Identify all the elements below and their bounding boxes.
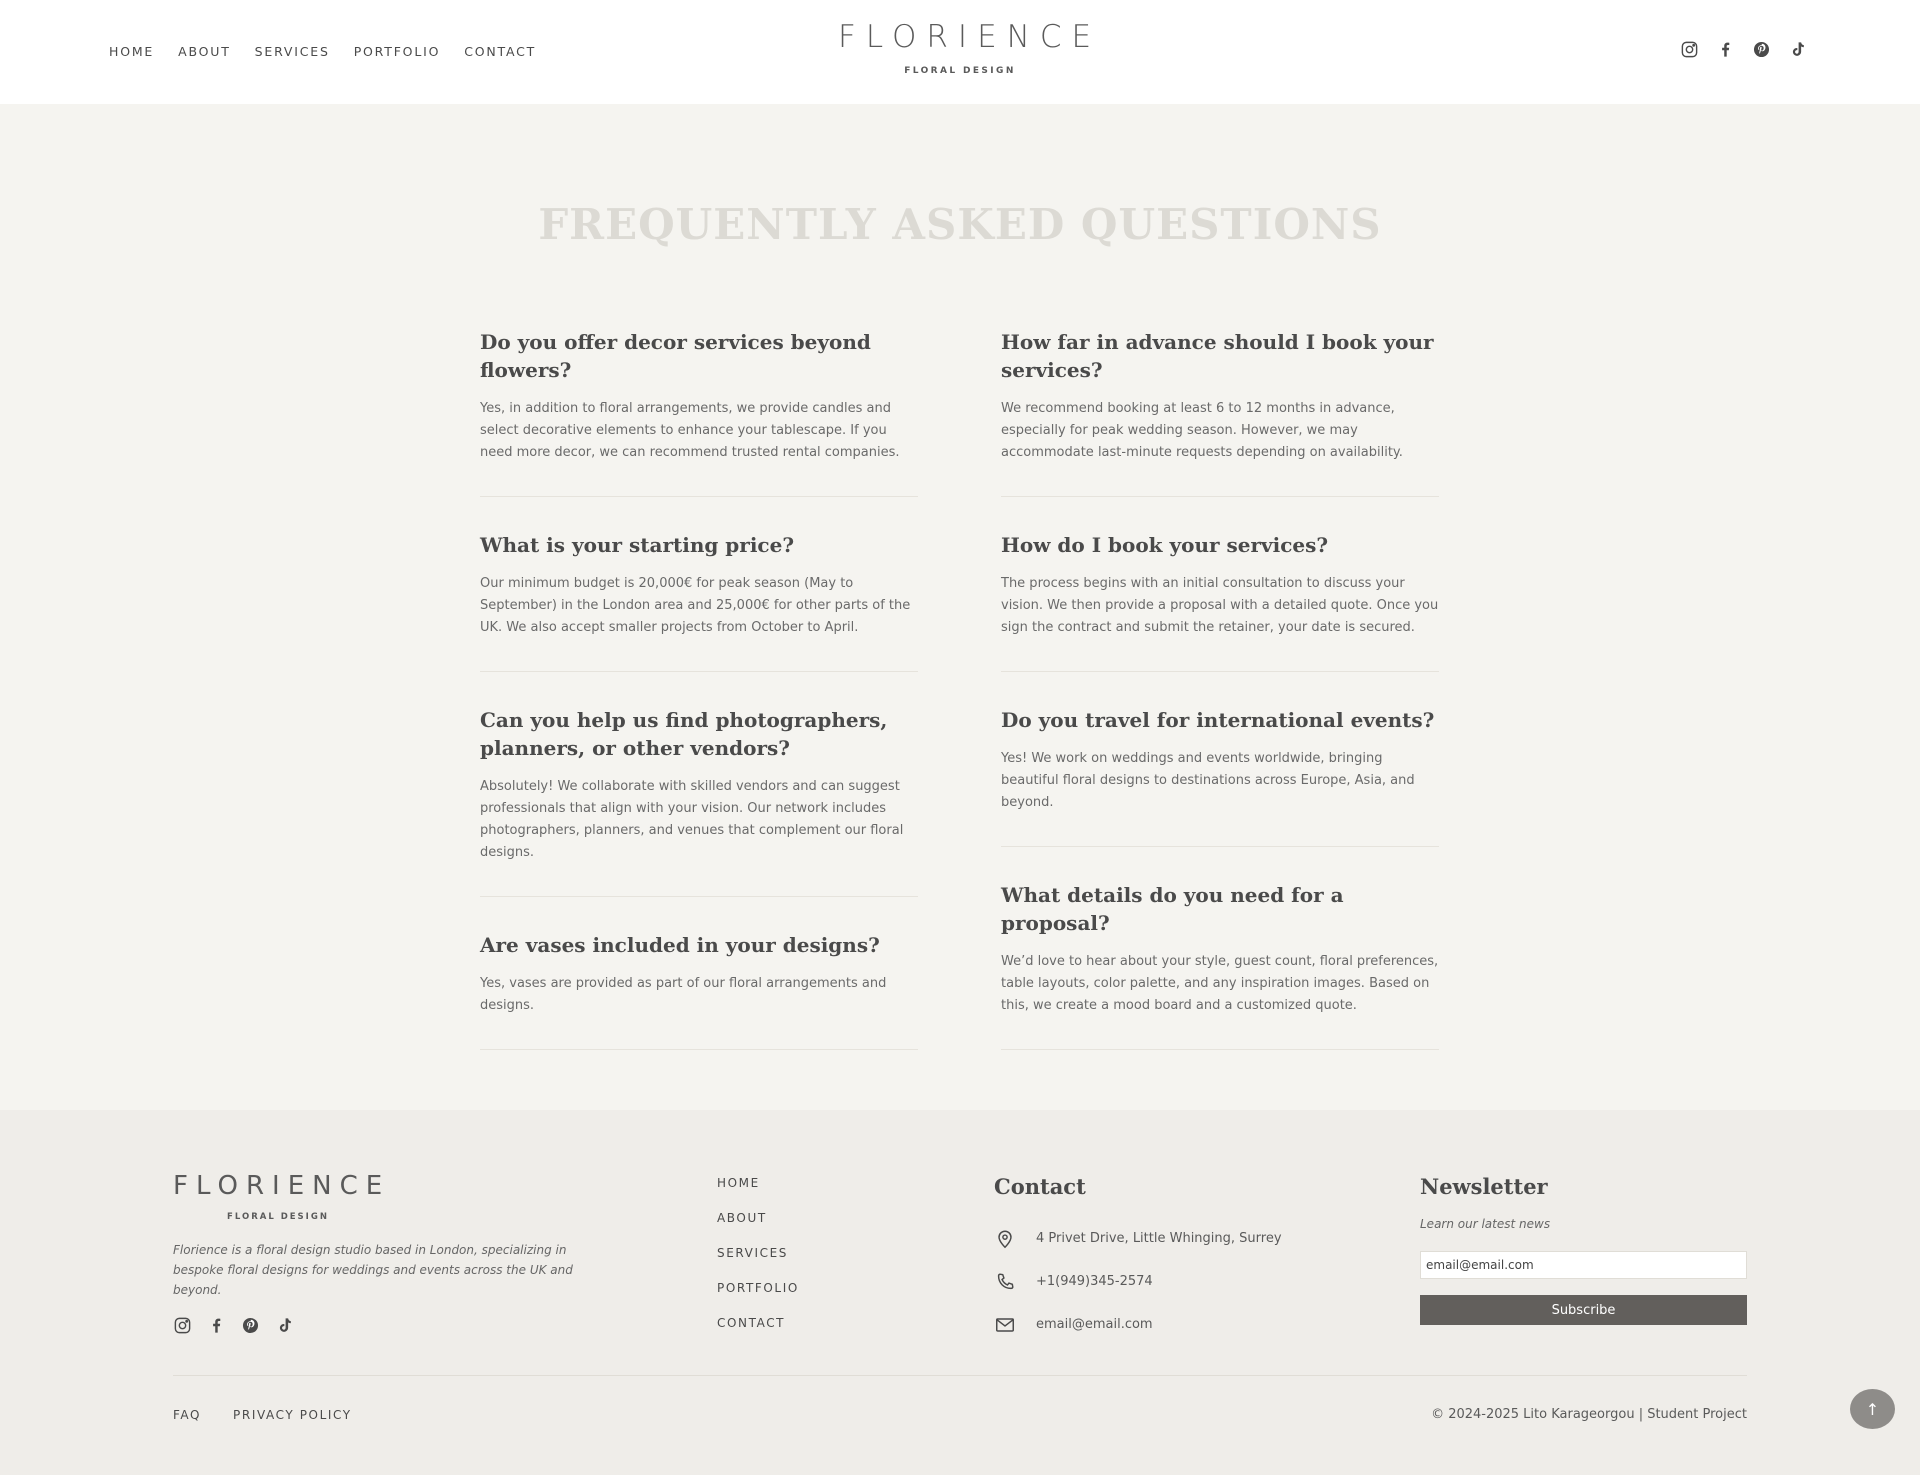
faq-section: FREQUENTLY ASKED QUESTIONS Do you offer … [0, 104, 1920, 1110]
site-footer: FLORIENCE FLORAL DESIGN Florience is a f… [0, 1110, 1920, 1475]
contact-address: 4 Privet Drive, Little Whinging, Surrey [994, 1217, 1354, 1260]
faq-link[interactable]: FAQ [173, 1408, 201, 1422]
facebook-icon[interactable] [1716, 40, 1735, 59]
faq-item: What is your starting price? Our minimum… [480, 531, 918, 672]
faq-answer: The process begins with an initial consu… [1001, 576, 1439, 635]
faq-answer: We recommend booking at least 6 to 12 mo… [1001, 401, 1403, 460]
faq-item: What details do you need for a proposal?… [1001, 881, 1439, 1050]
faq-item: Can you help us find photographers, plan… [480, 706, 918, 897]
facebook-icon[interactable] [207, 1316, 226, 1335]
faq-item: Are vases included in your designs? Yes,… [480, 931, 918, 1050]
footer-description: Florience is a floral design studio base… [173, 1243, 573, 1297]
instagram-icon[interactable] [1680, 40, 1699, 59]
faq-answer: Yes, in addition to floral arrangements,… [480, 401, 900, 460]
faq-item: Do you travel for international events? … [1001, 706, 1439, 847]
nav-contact[interactable]: CONTACT [464, 44, 536, 59]
footer-divider [173, 1375, 1747, 1376]
arrow-up-icon: ↑ [1865, 1399, 1880, 1419]
newsletter-email-input[interactable] [1420, 1251, 1747, 1279]
footer-nav: HOME ABOUT SERVICES PORTFOLIO CONTACT [717, 1176, 799, 1351]
faq-item: How far in advance should I book your se… [1001, 328, 1439, 497]
faq-question: Do you offer decor services beyond flowe… [480, 330, 871, 382]
contact-phone: +1(949)345-2574 [994, 1260, 1354, 1303]
faq-question: What details do you need for a proposal? [1001, 883, 1344, 935]
faq-question: What is your starting price? [480, 533, 795, 557]
privacy-policy-link[interactable]: PRIVACY POLICY [233, 1408, 352, 1422]
faq-answer: Yes, vases are provided as part of our f… [480, 976, 887, 1013]
site-header: HOME ABOUT SERVICES PORTFOLIO CONTACT FL… [0, 0, 1920, 104]
faq-column-left: Do you offer decor services beyond flowe… [480, 328, 918, 1084]
faq-question: How far in advance should I book your se… [1001, 330, 1434, 382]
pinterest-icon[interactable] [241, 1316, 260, 1335]
location-pin-icon [998, 1229, 1012, 1248]
faq-question: Are vases included in your designs? [480, 933, 880, 957]
nav-services[interactable]: SERVICES [255, 44, 330, 59]
footer-nav-services[interactable]: SERVICES [717, 1246, 799, 1281]
page-title: FREQUENTLY ASKED QUESTIONS [538, 200, 1382, 249]
faq-question: Do you travel for international events? [1001, 708, 1435, 732]
footer-logo-tagline: FLORAL DESIGN [227, 1212, 329, 1222]
tiktok-icon[interactable] [275, 1316, 294, 1335]
faq-column-right: How far in advance should I book your se… [1001, 328, 1439, 1084]
footer-logo-wordmark: FLORIENCE [173, 1171, 391, 1201]
faq-answer: Yes! We work on weddings and events worl… [1001, 751, 1415, 810]
mail-icon [996, 1317, 1014, 1332]
faq-answer: Our minimum budget is 20,000€ for peak s… [480, 576, 911, 635]
footer-newsletter: Newsletter Learn our latest news Subscri… [1420, 1174, 1748, 1325]
footer-social [173, 1316, 294, 1335]
pinterest-icon[interactable] [1752, 40, 1771, 59]
footer-nav-contact[interactable]: CONTACT [717, 1316, 799, 1351]
site-logo[interactable]: FLORIENCE FLORAL DESIGN [828, 20, 1092, 76]
phone-text[interactable]: +1(949)345-2574 [1036, 1274, 1153, 1289]
faq-question: How do I book your services? [1001, 533, 1329, 557]
newsletter-label: Learn our latest news [1420, 1217, 1551, 1231]
nav-portfolio[interactable]: PORTFOLIO [354, 44, 441, 59]
back-to-top-button[interactable]: ↑ [1850, 1389, 1895, 1429]
footer-nav-portfolio[interactable]: PORTFOLIO [717, 1281, 799, 1316]
nav-about[interactable]: ABOUT [178, 44, 231, 59]
faq-answer: We’d love to hear about your style, gues… [1001, 954, 1439, 1013]
faq-item: How do I book your services? The process… [1001, 531, 1439, 672]
faq-item: Do you offer decor services beyond flowe… [480, 328, 918, 497]
footer-legal-links: FAQ PRIVACY POLICY [173, 1408, 352, 1422]
nav-home[interactable]: HOME [109, 44, 154, 59]
footer-contact: Contact 4 Privet Drive, Little Whinging,… [994, 1174, 1354, 1346]
footer-logo[interactable]: FLORIENCE FLORAL DESIGN [173, 1172, 413, 1222]
phone-icon [997, 1272, 1014, 1289]
copyright: © 2024-2025 Lito Karageorgou | Student P… [1431, 1407, 1747, 1422]
faq-question: Can you help us find photographers, plan… [480, 708, 888, 760]
logo-tagline: FLORAL DESIGN [904, 66, 1016, 76]
main-nav: HOME ABOUT SERVICES PORTFOLIO CONTACT [109, 44, 560, 59]
footer-nav-about[interactable]: ABOUT [717, 1211, 799, 1246]
footer-nav-home[interactable]: HOME [717, 1176, 799, 1211]
instagram-icon[interactable] [173, 1316, 192, 1335]
contact-email: email@email.com [994, 1303, 1354, 1346]
address-text: 4 Privet Drive, Little Whinging, Surrey [1036, 1231, 1282, 1246]
faq-answer: Absolutely! We collaborate with skilled … [480, 779, 904, 860]
email-text[interactable]: email@email.com [1036, 1317, 1153, 1332]
header-social [1680, 40, 1807, 59]
tiktok-icon[interactable] [1788, 40, 1807, 59]
contact-heading: Contact [994, 1174, 1086, 1199]
subscribe-button[interactable]: Subscribe [1420, 1295, 1747, 1325]
newsletter-heading: Newsletter [1420, 1174, 1548, 1199]
logo-wordmark: FLORIENCE [838, 19, 1102, 55]
